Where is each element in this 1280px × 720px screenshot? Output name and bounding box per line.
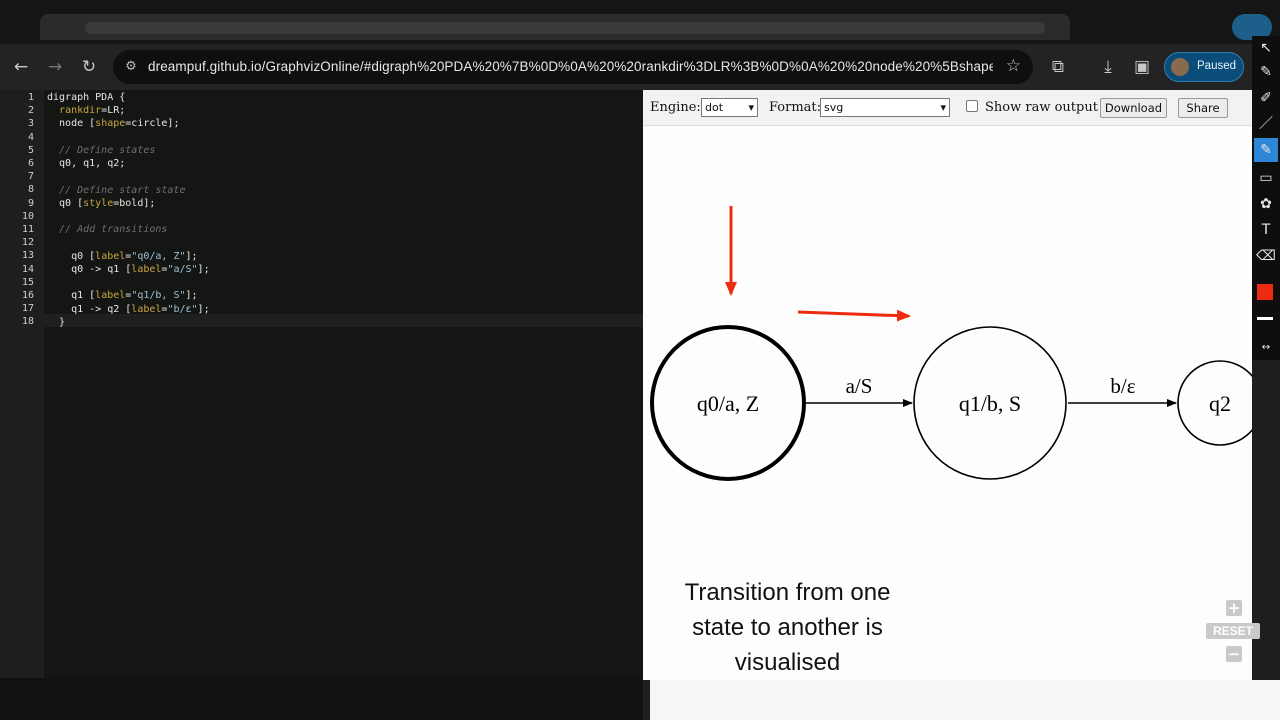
engine-label: Engine: [650,100,701,115]
cursor-icon[interactable]: ↖ [1254,36,1278,60]
render-controls: Engine: dot Format: svg Show raw output … [643,90,1252,126]
code-line[interactable]: q0 [style=bold]; [47,197,210,210]
state-label-q2: q2 [1209,391,1231,416]
tab-strip [0,0,1280,44]
line-icon[interactable]: ／ [1254,112,1278,136]
browser-toolbar: ← → ↻ ⚙ dreampuf.github.io/GraphvizOnlin… [0,44,1280,90]
video-caption: Transition from one state to another is … [660,575,915,680]
reset-zoom-button[interactable]: RESET [1206,623,1260,639]
bookmark-star-icon[interactable]: ☆ [1006,56,1021,76]
back-arrow-icon[interactable]: ← [6,52,36,82]
download-icon[interactable]: ⤓ [1093,52,1123,82]
browser-tab-title [85,22,1045,34]
site-settings-icon[interactable]: ⚙ [121,57,141,77]
caption-line: visualised [734,649,841,676]
line-number: 4 [27,132,34,143]
rectangle-icon[interactable]: ▭ [1254,166,1278,190]
bottom-panel-area [650,680,1280,720]
annotation-toolbar: ↖ ✎ ✐ ／ ✎ ▭ ✿ T ⌫ ↔ [1252,36,1280,360]
code-line[interactable]: rankdir=LR; [47,104,210,117]
line-number: 17 [21,303,34,314]
line-number-gutter: 1 2 3 4 5 6 7 8 9 10 11 12 13 14 15 16 1… [0,90,44,678]
code-line[interactable]: q0 [label="q0/a, Z"]; [47,250,210,263]
line-number: 10 [21,211,34,222]
state-label-q1: q1/b, S [959,391,1021,416]
code-editor[interactable]: 1 2 3 4 5 6 7 8 9 10 11 12 13 14 15 16 1… [0,90,643,678]
code-line[interactable]: } [47,316,210,329]
line-number: 13 [21,250,34,261]
caption-line: state to another is [692,614,883,641]
forward-arrow-icon[interactable]: → [40,52,70,82]
state-label-q0: q0/a, Z [697,391,759,416]
edge-label-q1-q2: b/ε [1110,374,1135,398]
line-number: 12 [21,237,34,248]
zoom-out-icon[interactable]: − [1226,646,1242,662]
line-number: 3 [27,118,34,129]
code-line[interactable]: q1 [label="q1/b, S"]; [47,289,210,302]
line-number: 16 [21,290,34,301]
caption-line: Transition from one [684,579,891,606]
engine-select[interactable]: dot [701,98,758,117]
code-line[interactable]: // Define states [47,144,210,157]
code-line[interactable]: node [shape=circle]; [47,117,210,130]
line-number: 15 [21,277,34,288]
code-line[interactable]: // Add transitions [47,223,210,236]
code-line[interactable]: digraph PDA { [47,91,210,104]
code-line[interactable] [47,131,210,144]
bottom-bar [0,678,643,720]
code-content[interactable]: digraph PDA { rankdir=LR; node [shape=ci… [47,91,210,329]
format-select[interactable]: svg [820,98,950,117]
profile-status-label: Paused [1197,60,1237,72]
line-number: 8 [27,184,34,195]
line-number: 6 [27,158,34,169]
code-line[interactable] [47,210,210,223]
edge-label-q0-q1: a/S [846,374,873,398]
text-icon[interactable]: T [1254,218,1278,242]
zoom-controls: + RESET − [1206,598,1260,664]
url-text[interactable]: dreampuf.github.io/GraphvizOnline/#digra… [148,59,993,77]
brush-icon[interactable]: ✎ [1254,138,1278,162]
share-button[interactable]: Share [1178,98,1228,118]
profile-paused-button[interactable]: Paused [1164,52,1244,82]
raw-output-label: Show raw output [985,100,1098,115]
zoom-in-icon[interactable]: + [1226,600,1242,616]
code-line[interactable] [47,236,210,249]
line-number: 14 [21,264,34,275]
side-panel-icon[interactable]: ▣ [1127,52,1157,82]
marker-icon[interactable]: ✐ [1254,86,1278,110]
line-number: 5 [27,145,34,156]
code-line[interactable]: // Define start state [47,184,210,197]
line-number: 9 [27,198,34,209]
color-swatch[interactable] [1257,284,1273,300]
avatar [1171,58,1189,76]
line-number: 2 [27,105,34,116]
line-number: 1 [27,92,34,103]
code-line[interactable] [47,276,210,289]
extensions-icon[interactable]: ⧉ [1043,52,1073,82]
pencil-icon[interactable]: ✎ [1254,60,1278,84]
format-label: Format: [769,100,822,115]
eraser-icon[interactable]: ⌫ [1254,244,1278,268]
line-number: 18 [21,316,34,327]
collapse-arrows-icon[interactable]: ↔ [1254,336,1278,360]
line-number: 11 [21,224,34,235]
palette-icon[interactable]: ✿ [1254,192,1278,216]
raw-output-checkbox[interactable] [966,100,978,112]
address-bar[interactable]: ⚙ dreampuf.github.io/GraphvizOnline/#dig… [113,50,1033,84]
reload-icon[interactable]: ↻ [74,52,104,82]
annotation-arrow-right [797,309,911,322]
download-button[interactable]: Download [1100,98,1167,118]
code-line[interactable]: q0, q1, q2; [47,157,210,170]
code-line[interactable]: q0 -> q1 [label="a/S"]; [47,263,210,276]
code-line[interactable]: q1 -> q2 [label="b/ε"]; [47,303,210,316]
line-number: 7 [27,171,34,182]
code-line[interactable] [47,170,210,183]
stroke-width-icon[interactable] [1257,317,1273,320]
